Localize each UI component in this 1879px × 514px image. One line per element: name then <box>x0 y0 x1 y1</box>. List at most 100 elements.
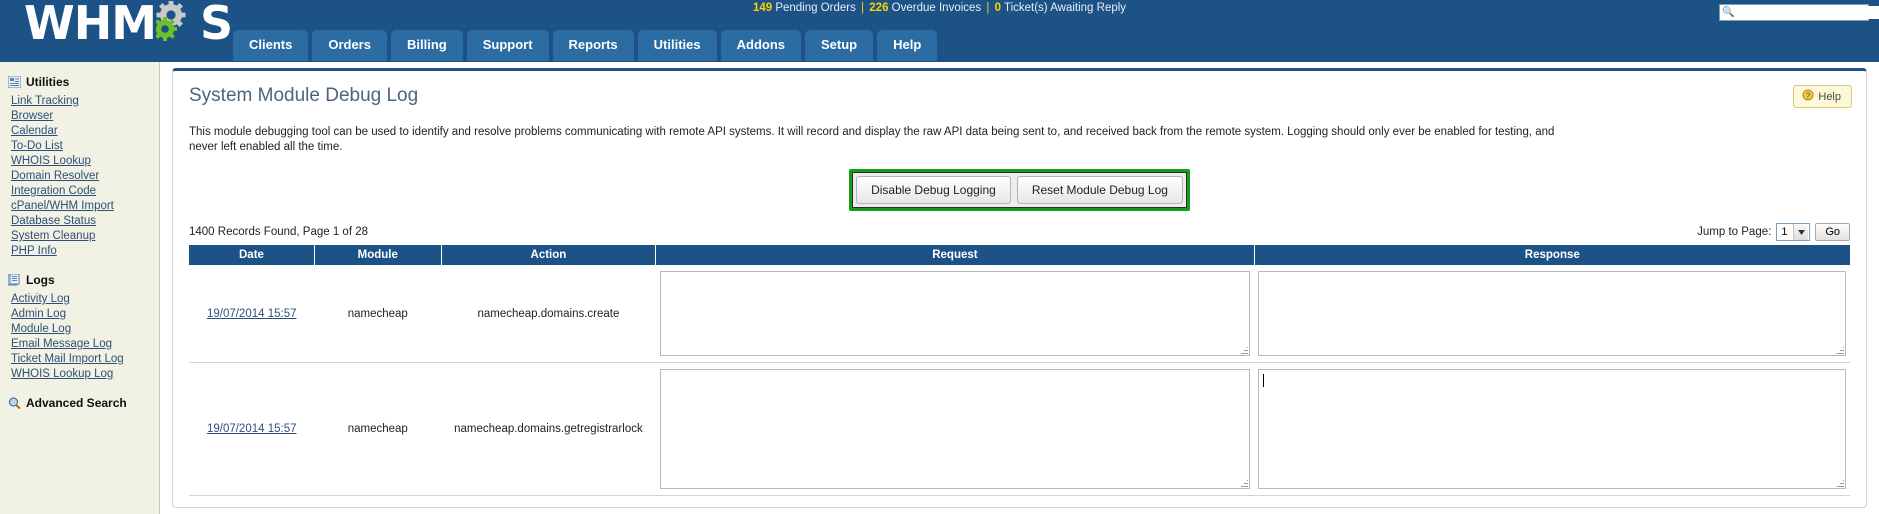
sidebar-item-admin-log[interactable]: Admin Log <box>11 307 159 322</box>
sidebar-section-utilities: Utilities <box>0 72 159 92</box>
utilities-icon <box>7 75 22 89</box>
page-select-value: 1 <box>1781 226 1788 238</box>
nav-tab-billing[interactable]: Billing <box>390 30 463 61</box>
tickets-label: Ticket(s) Awaiting Reply <box>1003 2 1127 14</box>
app-header: WHM S 149 Pending Orders | 226 Overdue In… <box>0 0 1879 62</box>
content-panel: ? Help System Module Debug Log This modu… <box>172 68 1867 508</box>
nav-tab-label: Orders <box>328 37 371 52</box>
nav-tab-label: Billing <box>406 37 447 52</box>
nav-tab-help[interactable]: Help <box>877 30 938 61</box>
pending-orders-label: Pending Orders <box>775 2 856 14</box>
log-date-link[interactable]: 19/07/2014 15:57 <box>207 423 297 435</box>
resize-grip-icon[interactable] <box>1240 346 1249 354</box>
sidebar-item-email-message-log[interactable]: Email Message Log <box>11 337 159 352</box>
jump-to-page-label: Jump to Page: <box>1697 226 1772 238</box>
sidebar-item-ticket-mail-import-log[interactable]: Ticket Mail Import Log <box>11 352 159 367</box>
table-header-row: Date Module Action Request Response <box>189 245 1850 265</box>
log-action-cell: namecheap.domains.create <box>441 265 656 363</box>
response-textarea[interactable] <box>1258 271 1846 356</box>
search-input[interactable] <box>1734 6 1879 19</box>
sidebar-section-title: Advanced Search <box>26 396 127 410</box>
sidebar-item-activity-log[interactable]: Activity Log <box>11 292 159 307</box>
resize-grip-icon[interactable] <box>1836 346 1844 354</box>
sidebar-section-title: Logs <box>26 273 55 287</box>
help-icon: ? <box>1802 89 1814 104</box>
magnifier-icon <box>8 397 21 410</box>
sidebar-section-title: Utilities <box>26 75 70 89</box>
page-body: Utilities Link Tracking Browser Calendar… <box>0 62 1879 514</box>
column-header-request: Request <box>655 245 1255 265</box>
text-caret <box>1263 374 1265 387</box>
sidebar-item-module-log[interactable]: Module Log <box>11 322 159 337</box>
svg-text:?: ? <box>1806 92 1811 101</box>
overdue-invoices-count: 226 <box>869 2 889 14</box>
sidebar-item-whois-lookup[interactable]: WHOIS Lookup <box>11 154 159 169</box>
page-title: System Module Debug Log <box>189 85 419 106</box>
resize-grip-icon[interactable] <box>1240 479 1249 487</box>
status-summary-bar: 149 Pending Orders | 226 Overdue Invoice… <box>0 2 1879 14</box>
nav-tab-reports[interactable]: Reports <box>552 30 634 61</box>
log-action-cell: namecheap.domains.getregistrarlock <box>441 362 656 496</box>
records-found-text: 1400 Records Found, Page 1 of 28 <box>189 226 369 238</box>
jump-to-page-control: Jump to Page: 1 Go <box>1697 223 1850 241</box>
nav-tab-support[interactable]: Support <box>466 30 549 61</box>
request-textarea[interactable] <box>659 369 1251 489</box>
nav-tab-setup[interactable]: Setup <box>805 30 874 61</box>
resize-grip-icon[interactable] <box>1836 479 1844 487</box>
column-header-response: Response <box>1254 245 1850 265</box>
log-request-cell <box>655 265 1255 363</box>
nav-tab-label: Support <box>482 37 533 52</box>
page-select[interactable]: 1 <box>1776 223 1811 241</box>
nav-tab-addons[interactable]: Addons <box>720 30 802 61</box>
sidebar-item-domain-resolver[interactable]: Domain Resolver <box>11 169 159 184</box>
nav-tab-clients[interactable]: Clients <box>233 30 309 61</box>
sidebar: Utilities Link Tracking Browser Calendar… <box>0 62 160 514</box>
nav-tab-label: Help <box>893 37 922 52</box>
request-textarea[interactable] <box>659 271 1251 356</box>
log-response-cell <box>1254 265 1850 363</box>
log-date-cell: 19/07/2014 15:57 <box>189 265 315 363</box>
sidebar-links-logs: Activity Log Admin Log Module Log Email … <box>0 290 159 382</box>
main-content: ? Help System Module Debug Log This modu… <box>160 62 1879 514</box>
sidebar-section-advanced-search[interactable]: Advanced Search <box>0 393 159 413</box>
sidebar-item-link-tracking[interactable]: Link Tracking <box>11 94 159 109</box>
sidebar-links-utilities: Link Tracking Browser Calendar To-Do Lis… <box>0 92 159 259</box>
sidebar-item-cpanel-whm-import[interactable]: cPanel/WHM Import <box>11 199 159 214</box>
sidebar-item-whois-lookup-log[interactable]: WHOIS Lookup Log <box>11 367 159 382</box>
sidebar-item-system-cleanup[interactable]: System Cleanup <box>11 229 159 244</box>
help-button[interactable]: ? Help <box>1793 85 1852 108</box>
sidebar-item-php-info[interactable]: PHP Info <box>11 244 159 259</box>
nav-tab-label: Reports <box>568 37 618 52</box>
status-separator-1: | <box>861 2 865 14</box>
response-textarea[interactable] <box>1258 369 1846 489</box>
pending-orders-count: 149 <box>752 2 773 14</box>
sidebar-item-to-do-list[interactable]: To-Do List <box>11 139 159 154</box>
nav-tab-utilities[interactable]: Utilities <box>637 30 717 61</box>
go-button[interactable]: Go <box>1815 223 1850 241</box>
log-date-cell: 19/07/2014 15:57 <box>189 362 315 496</box>
nav-tab-label: Clients <box>249 37 293 52</box>
sidebar-item-database-status[interactable]: Database Status <box>11 214 159 229</box>
table-row: 19/07/2014 15:57 namecheap namecheap.dom… <box>189 362 1850 496</box>
status-separator-2: | <box>986 2 990 14</box>
help-button-label: Help <box>1818 90 1841 103</box>
reset-module-debug-log-button[interactable]: Reset Module Debug Log <box>1016 176 1183 204</box>
log-response-cell <box>1254 362 1850 496</box>
overdue-invoices-label: Overdue Invoices <box>891 2 982 14</box>
button-group-inner: Disable Debug Logging Reset Module Debug… <box>852 172 1187 208</box>
sidebar-item-calendar[interactable]: Calendar <box>11 124 159 139</box>
debug-log-table: Date Module Action Request Response 19/0… <box>189 245 1850 496</box>
log-module-cell: namecheap <box>314 362 442 496</box>
chevron-down-icon <box>1793 224 1809 240</box>
column-header-module: Module <box>314 245 442 265</box>
log-date-link[interactable]: 19/07/2014 15:57 <box>207 308 297 320</box>
sidebar-item-integration-code[interactable]: Integration Code <box>11 184 159 199</box>
nav-tab-orders[interactable]: Orders <box>312 30 387 61</box>
sidebar-section-logs: Logs <box>0 270 159 290</box>
disable-debug-logging-button[interactable]: Disable Debug Logging <box>856 176 1011 204</box>
global-search[interactable]: 🔍 <box>1719 4 1879 21</box>
nav-tab-label: Utilities <box>653 37 701 52</box>
page-root: WHM S 149 Pending Orders | 226 Overdue In… <box>0 0 1879 514</box>
page-description: This module debugging tool can be used t… <box>189 126 1555 153</box>
sidebar-item-browser[interactable]: Browser <box>11 109 159 124</box>
